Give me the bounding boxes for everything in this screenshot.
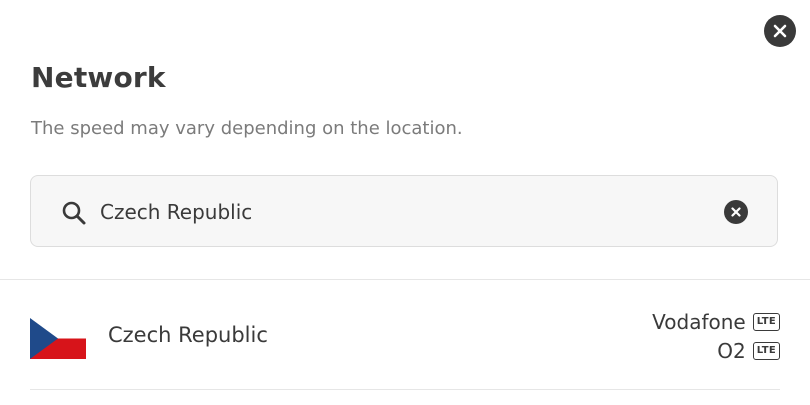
country-row[interactable]: Czech Republic Vodafone LTE O2 LTE — [30, 280, 780, 390]
search-box[interactable] — [30, 175, 778, 247]
search-input[interactable] — [100, 194, 700, 230]
country-name: Czech Republic — [108, 323, 268, 347]
lte-badge: LTE — [752, 312, 780, 331]
search-icon — [62, 201, 86, 225]
operator-item: O2 LTE — [717, 337, 780, 364]
dialog-subtitle: The speed may vary depending on the loca… — [31, 118, 463, 139]
operator-name: O2 — [717, 338, 746, 363]
dialog-title: Network — [31, 61, 166, 94]
operator-list: Vodafone LTE O2 LTE — [652, 308, 780, 364]
clear-icon — [731, 207, 741, 217]
operator-item: Vodafone LTE — [652, 308, 780, 335]
close-button[interactable] — [764, 15, 796, 47]
clear-search-button[interactable] — [724, 200, 748, 224]
operator-name: Vodafone — [652, 309, 746, 334]
close-icon — [773, 24, 787, 38]
network-dialog: Network The speed may vary depending on … — [0, 0, 810, 405]
czech-flag-icon — [30, 318, 86, 359]
lte-badge: LTE — [752, 341, 780, 360]
